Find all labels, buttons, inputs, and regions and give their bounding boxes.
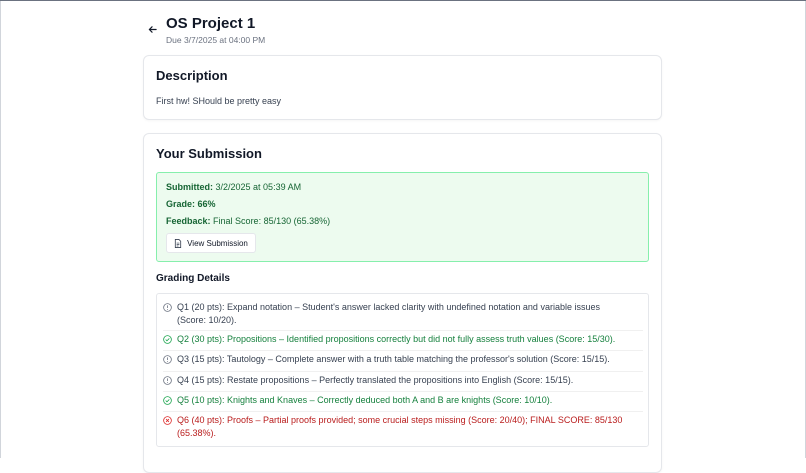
x-circle-icon [163,416,172,425]
grading-details-list: Q1 (20 pts): Expand notation – Student's… [156,293,649,447]
check-circle-icon [163,396,172,405]
grading-item-text: Q4 (15 pts): Restate propositions – Perf… [177,375,574,385]
grading-details-heading: Grading Details [156,273,230,284]
divider [163,350,643,351]
divider [163,411,643,412]
description-text: First hw! SHould be pretty easy [156,96,282,106]
page-header: OS Project 1 Due 3/7/2025 at 04:00 PM [146,13,265,45]
grading-item: Q2 (30 pts): Propositions – Identified p… [163,333,623,346]
arrow-left-icon [148,25,157,33]
grading-item: Q3 (15 pts): Tautology – Complete answer… [163,353,623,366]
divider [163,371,643,372]
view-submission-button[interactable]: View Submission [166,233,256,253]
grading-item-text: Q1 (20 pts): Expand notation – Student's… [177,302,600,325]
feedback-label: Feedback: [166,216,211,226]
check-circle-icon [163,335,172,344]
grade-value: 66% [197,199,216,209]
page-title: OS Project 1 [166,15,256,32]
feedback-value: Final Score: 85/130 (65.38%) [213,216,331,226]
description-card: Description First hw! SHould be pretty e… [143,55,662,120]
grading-item-text: Q3 (15 pts): Tautology – Complete answer… [177,354,610,364]
submission-card: Your Submission Submitted: 3/2/2025 at 0… [143,133,662,473]
submission-status-panel: Submitted: 3/2/2025 at 05:39 AM Grade: 6… [156,172,649,262]
divider [163,330,643,331]
description-heading: Description [156,68,228,83]
submitted-row: Submitted: 3/2/2025 at 05:39 AM [166,182,301,192]
grading-item-text: Q6 (40 pts): Proofs – Partial proofs pro… [177,415,623,438]
grading-item: Q4 (15 pts): Restate propositions – Perf… [163,374,623,387]
divider [163,391,643,392]
submission-heading: Your Submission [156,146,262,161]
back-button[interactable] [146,23,158,35]
grading-item-text: Q5 (10 pts): Knights and Knaves – Correc… [177,395,553,405]
feedback-row: Feedback: Final Score: 85/130 (65.38%) [166,216,330,226]
grading-item: Q6 (40 pts): Proofs – Partial proofs pro… [163,414,623,440]
view-submission-label: View Submission [187,238,248,248]
grade-row: Grade: 66% [166,199,216,209]
info-icon [163,355,172,364]
grade-label: Grade: [166,199,196,209]
info-icon [163,303,172,312]
grading-item-text: Q2 (30 pts): Propositions – Identified p… [177,334,616,344]
grading-item: Q5 (10 pts): Knights and Knaves – Correc… [163,394,623,407]
submitted-label: Submitted: [166,182,213,192]
grading-item: Q1 (20 pts): Expand notation – Student's… [163,301,623,327]
info-icon [163,376,172,385]
window-edge-left [0,1,1,458]
file-text-icon [175,238,182,248]
due-date: Due 3/7/2025 at 04:00 PM [166,35,266,45]
submitted-value: 3/2/2025 at 05:39 AM [215,182,302,192]
header-text: OS Project 1 Due 3/7/2025 at 04:00 PM [166,13,265,45]
